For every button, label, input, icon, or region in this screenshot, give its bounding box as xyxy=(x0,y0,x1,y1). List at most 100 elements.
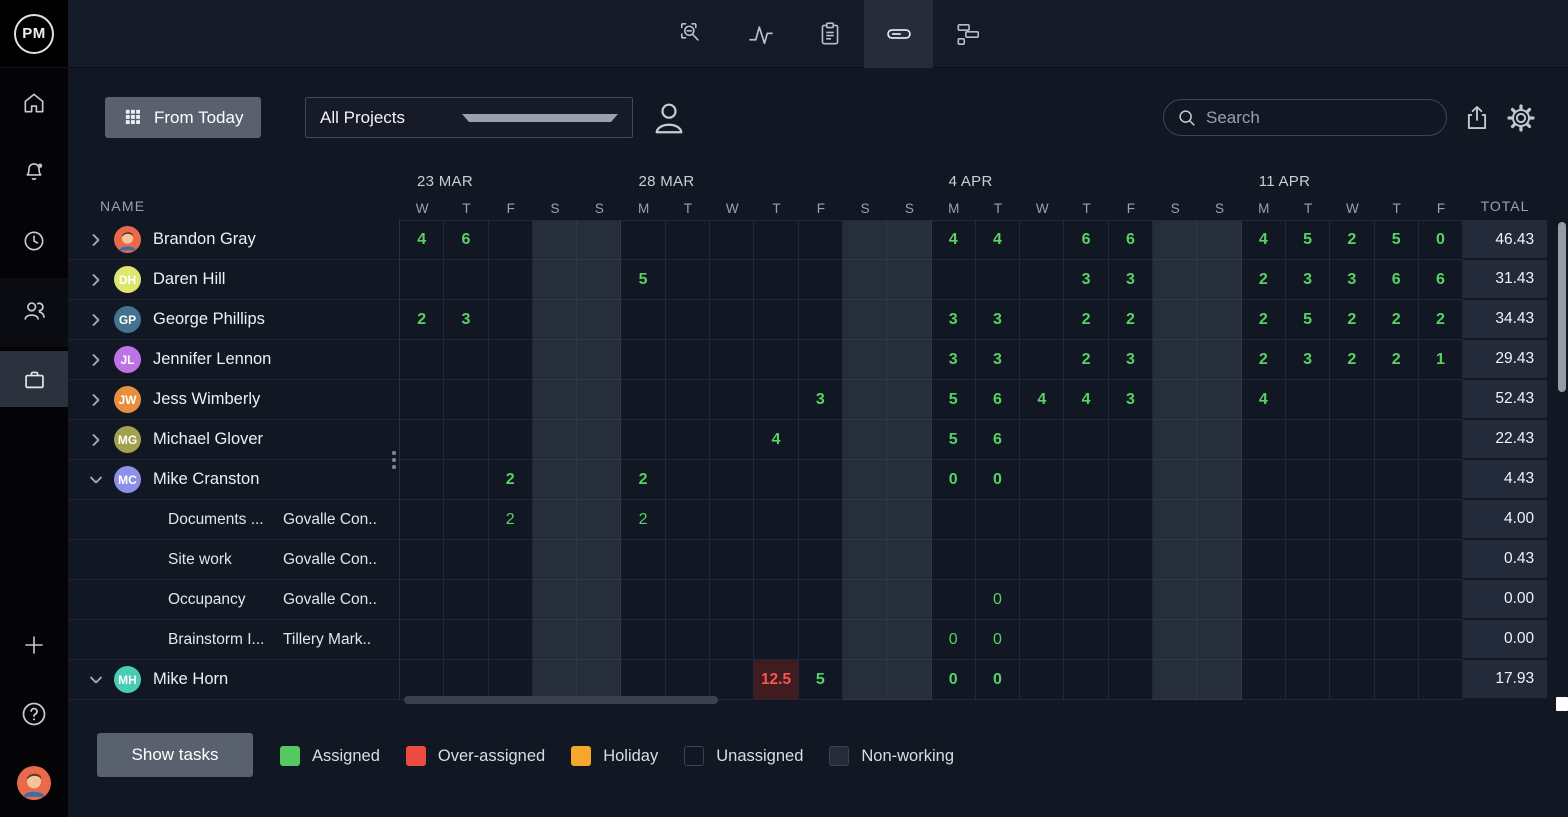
day-cell[interactable]: 3 xyxy=(932,340,976,380)
day-cell[interactable]: 3 xyxy=(799,380,843,420)
day-cell[interactable] xyxy=(1197,540,1241,580)
day-cell[interactable] xyxy=(1286,460,1330,500)
day-cell[interactable] xyxy=(710,340,754,380)
day-cell[interactable]: 6 xyxy=(1375,260,1419,300)
day-cell[interactable] xyxy=(1330,500,1374,540)
day-cell[interactable] xyxy=(1020,420,1064,460)
day-cell[interactable] xyxy=(799,460,843,500)
day-cell[interactable] xyxy=(887,660,931,700)
day-cell[interactable] xyxy=(444,540,488,580)
day-cell[interactable] xyxy=(754,380,798,420)
day-cell[interactable] xyxy=(754,540,798,580)
day-cell[interactable]: 3 xyxy=(1109,340,1153,380)
day-cell[interactable] xyxy=(710,460,754,500)
day-cell[interactable] xyxy=(444,660,488,700)
day-cell[interactable] xyxy=(1419,660,1463,700)
day-cell[interactable]: 2 xyxy=(489,460,533,500)
day-cell[interactable] xyxy=(1330,660,1374,700)
day-cell[interactable] xyxy=(754,620,798,660)
day-cell[interactable] xyxy=(444,380,488,420)
day-cell[interactable] xyxy=(533,380,577,420)
day-cell[interactable] xyxy=(799,220,843,260)
day-cell[interactable]: 2 xyxy=(1330,300,1374,340)
day-cell[interactable] xyxy=(1286,620,1330,660)
day-cell[interactable] xyxy=(1419,500,1463,540)
day-cell[interactable] xyxy=(932,580,976,620)
day-cell[interactable] xyxy=(932,500,976,540)
day-cell[interactable] xyxy=(400,460,444,500)
day-cell[interactable] xyxy=(1286,500,1330,540)
day-cell[interactable] xyxy=(1153,460,1197,500)
day-cell[interactable] xyxy=(1197,300,1241,340)
day-cell[interactable] xyxy=(1375,500,1419,540)
day-cell[interactable] xyxy=(577,540,621,580)
day-cell[interactable] xyxy=(754,460,798,500)
day-cell[interactable]: 6 xyxy=(1064,220,1108,260)
day-cell[interactable] xyxy=(1153,420,1197,460)
day-cell[interactable] xyxy=(1064,540,1108,580)
day-cell[interactable] xyxy=(1197,380,1241,420)
day-cell[interactable] xyxy=(1375,540,1419,580)
day-cell[interactable] xyxy=(754,340,798,380)
day-cell[interactable] xyxy=(754,300,798,340)
day-cell[interactable] xyxy=(843,460,887,500)
day-cell[interactable] xyxy=(932,540,976,580)
day-cell[interactable] xyxy=(666,660,710,700)
day-cell[interactable] xyxy=(621,660,665,700)
day-cell[interactable] xyxy=(1375,420,1419,460)
day-cell[interactable] xyxy=(710,380,754,420)
day-cell[interactable] xyxy=(1064,620,1108,660)
day-cell[interactable] xyxy=(1242,500,1286,540)
day-cell[interactable] xyxy=(710,580,754,620)
day-cell[interactable] xyxy=(621,540,665,580)
day-cell[interactable] xyxy=(1020,220,1064,260)
day-cell[interactable]: 4 xyxy=(1242,380,1286,420)
sidebar-item-team[interactable] xyxy=(0,282,68,338)
day-cell[interactable] xyxy=(1153,220,1197,260)
day-cell[interactable] xyxy=(1020,580,1064,620)
day-cell[interactable] xyxy=(400,580,444,620)
day-cell[interactable]: 5 xyxy=(1286,300,1330,340)
sidebar-item-notifications[interactable] xyxy=(0,144,68,200)
day-cell[interactable] xyxy=(1242,580,1286,620)
day-cell[interactable] xyxy=(887,340,931,380)
day-cell[interactable] xyxy=(799,340,843,380)
expand-row-chevron[interactable] xyxy=(88,352,114,368)
day-cell[interactable] xyxy=(577,660,621,700)
day-cell[interactable] xyxy=(489,220,533,260)
day-cell[interactable] xyxy=(1153,500,1197,540)
day-cell[interactable] xyxy=(1286,660,1330,700)
day-cell[interactable] xyxy=(577,500,621,540)
day-cell[interactable] xyxy=(577,460,621,500)
day-cell[interactable] xyxy=(1197,620,1241,660)
expand-row-chevron[interactable] xyxy=(88,232,114,248)
day-cell[interactable]: 5 xyxy=(621,260,665,300)
sidebar-item-add[interactable] xyxy=(0,617,68,673)
day-cell[interactable] xyxy=(1197,500,1241,540)
day-cell[interactable] xyxy=(1419,540,1463,580)
day-cell[interactable] xyxy=(533,460,577,500)
day-cell[interactable] xyxy=(489,340,533,380)
day-cell[interactable] xyxy=(533,500,577,540)
day-cell[interactable] xyxy=(1020,300,1064,340)
day-cell[interactable] xyxy=(533,420,577,460)
day-cell[interactable] xyxy=(887,580,931,620)
day-cell[interactable] xyxy=(489,540,533,580)
day-cell[interactable] xyxy=(577,300,621,340)
day-cell[interactable] xyxy=(1197,460,1241,500)
show-tasks-button[interactable]: Show tasks xyxy=(97,733,253,777)
day-cell[interactable]: 5 xyxy=(799,660,843,700)
day-cell[interactable] xyxy=(1020,500,1064,540)
day-cell[interactable] xyxy=(1330,420,1374,460)
day-cell[interactable] xyxy=(400,260,444,300)
day-cell[interactable] xyxy=(1153,380,1197,420)
sidebar-item-profile[interactable] xyxy=(0,755,68,811)
day-cell[interactable]: 0 xyxy=(932,620,976,660)
day-cell[interactable] xyxy=(1064,500,1108,540)
day-cell[interactable]: 5 xyxy=(1286,220,1330,260)
day-cell[interactable] xyxy=(666,620,710,660)
collapse-row-chevron[interactable] xyxy=(88,672,114,688)
day-cell[interactable] xyxy=(710,500,754,540)
day-cell[interactable]: 2 xyxy=(1242,340,1286,380)
day-cell[interactable]: 0 xyxy=(976,460,1020,500)
